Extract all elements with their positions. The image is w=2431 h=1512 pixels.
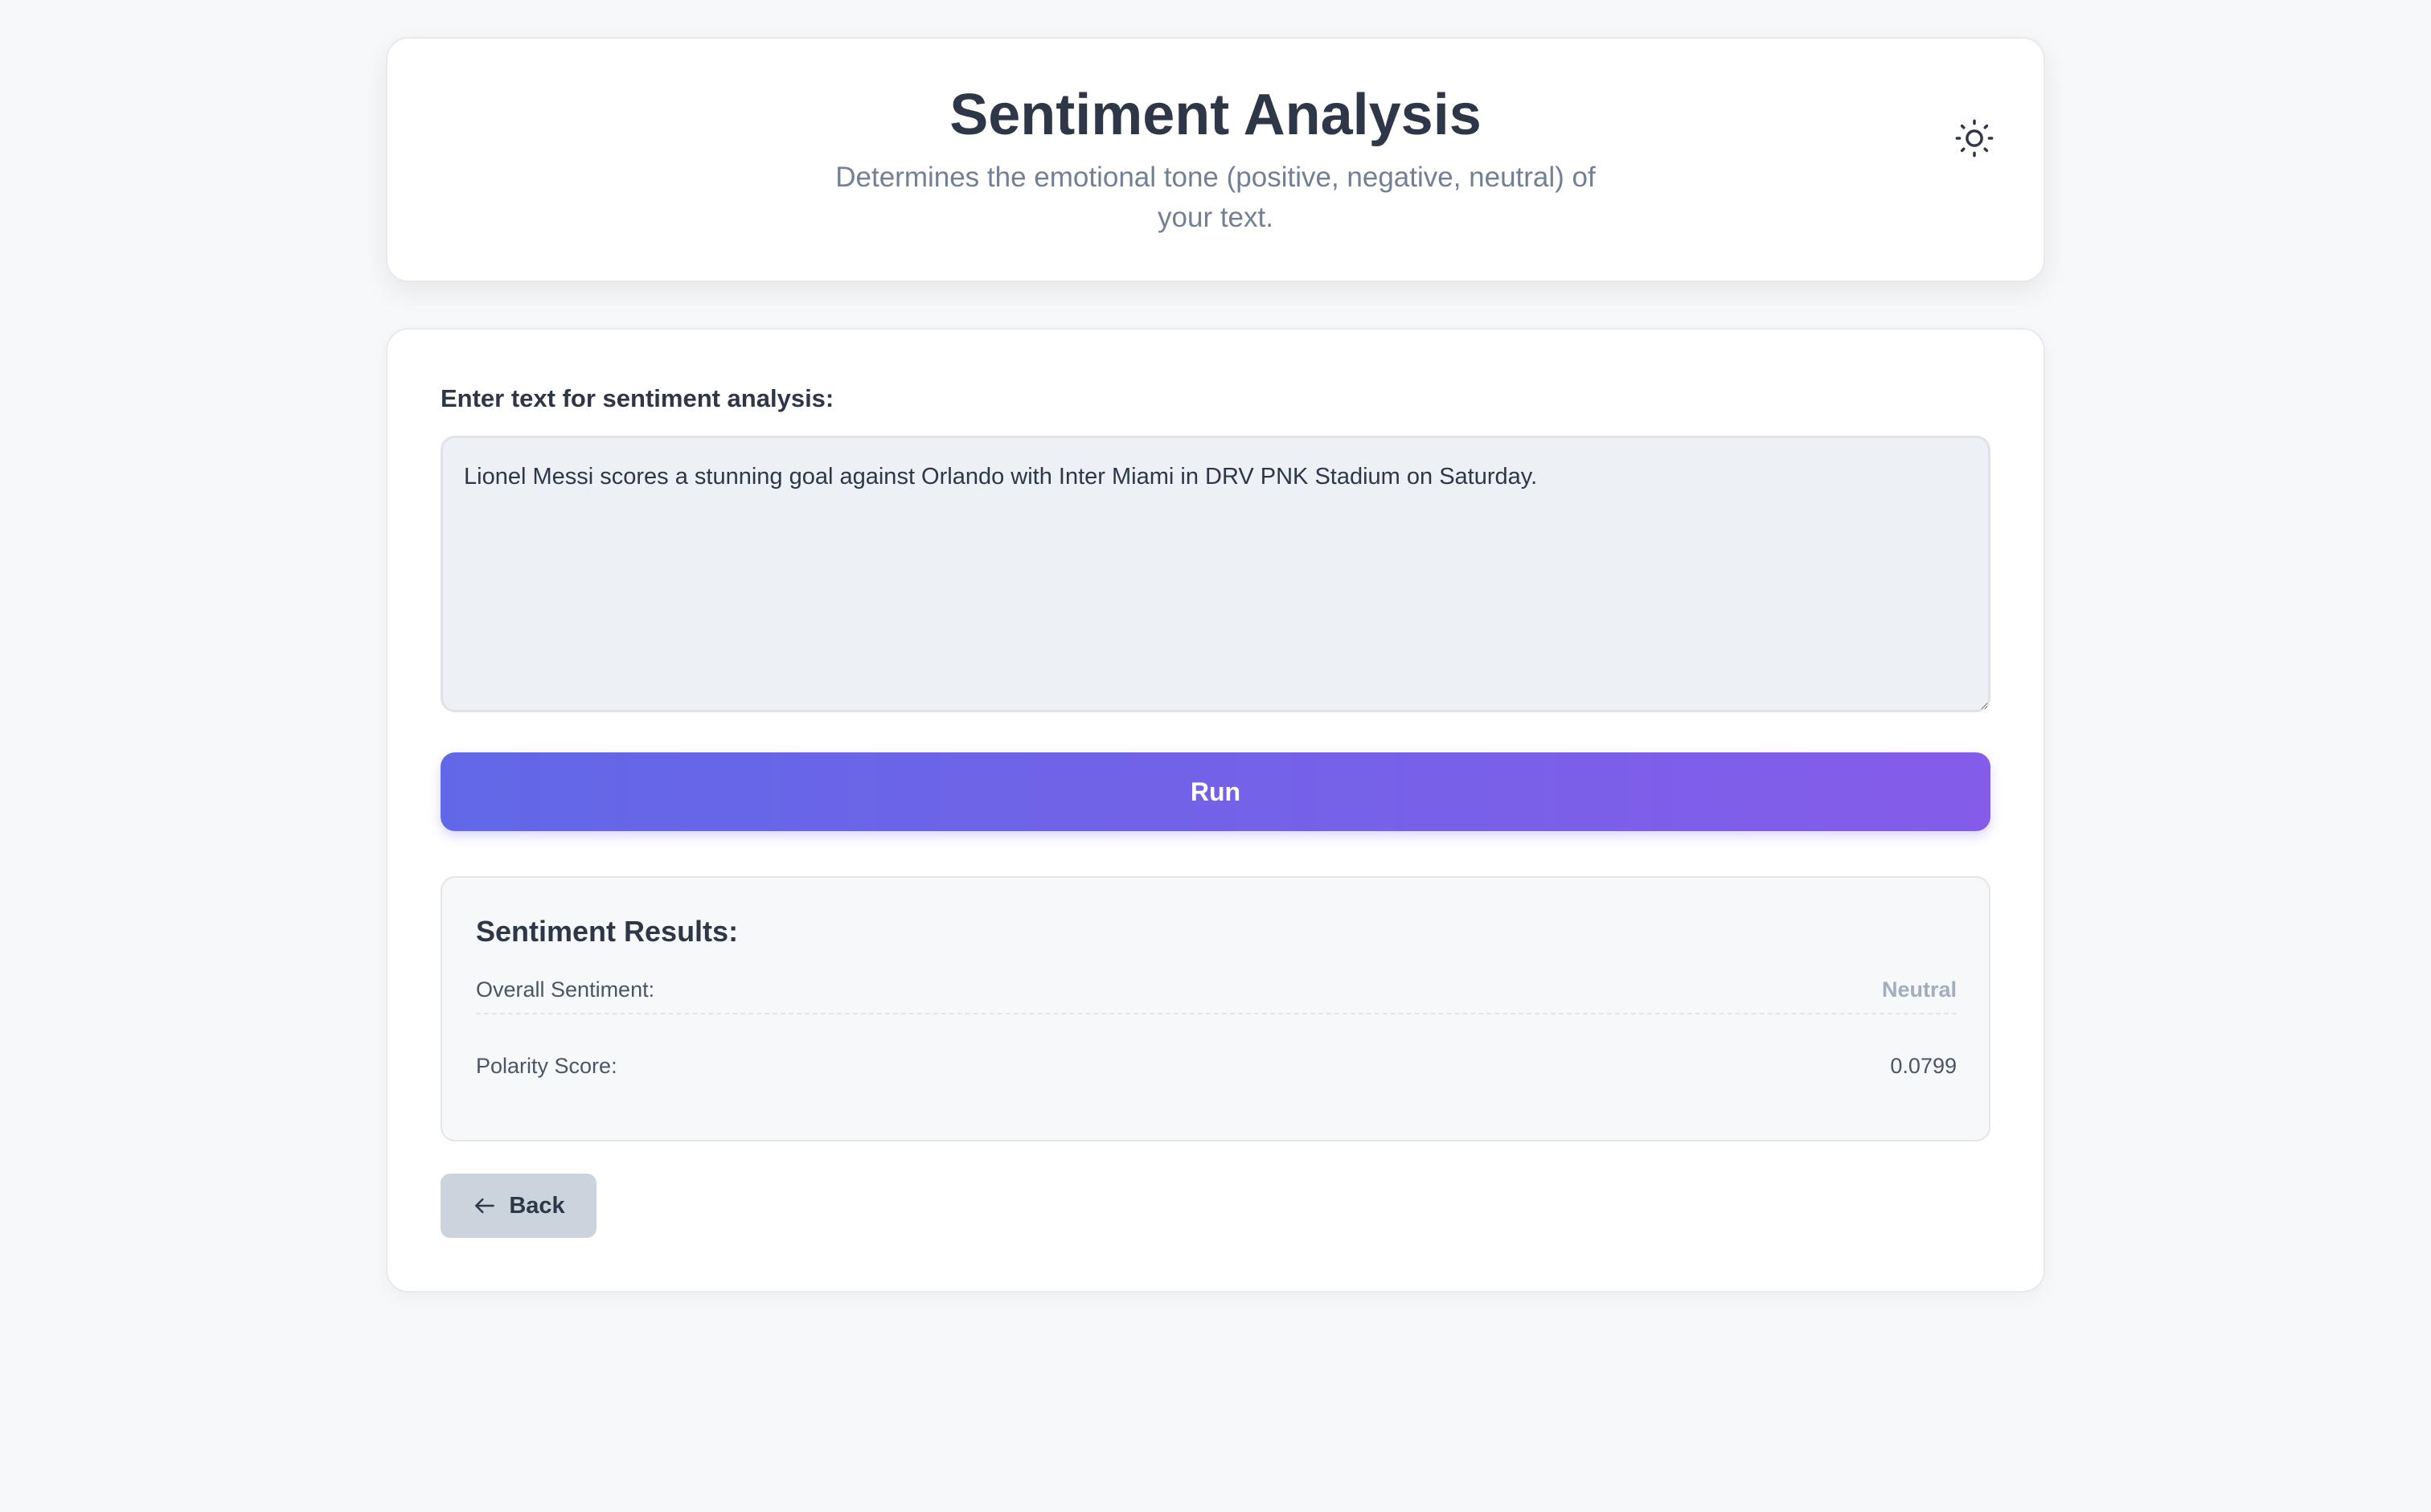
back-button[interactable]: Back [441, 1174, 596, 1238]
arrow-left-icon [472, 1193, 498, 1219]
results-heading: Sentiment Results: [476, 915, 739, 948]
sun-icon [1955, 119, 1994, 158]
run-button[interactable]: Run [441, 752, 1990, 831]
result-label: Overall Sentiment: [476, 977, 655, 1002]
polarity-value: 0.0799 [1890, 1053, 1957, 1078]
page-title: Sentiment Analysis [949, 83, 1482, 147]
header-card: Sentiment Analysis Determines the emotio… [386, 37, 2045, 282]
back-button-label: Back [509, 1192, 565, 1219]
result-label: Polarity Score: [476, 1053, 617, 1078]
text-input-label: Enter text for sentiment analysis: [441, 384, 834, 412]
theme-toggle-button[interactable] [1953, 117, 1995, 159]
sentiment-value: Neutral [1881, 977, 1957, 1002]
page-subtitle: Determines the emotional tone (positive,… [835, 162, 1596, 233]
sentiment-text-input[interactable]: Lionel Messi scores a stunning goal agai… [441, 436, 1990, 712]
analysis-card: Enter text for sentiment analysis: Lione… [386, 328, 2045, 1293]
result-row-polarity-score: Polarity Score: 0.0799 [476, 1042, 1957, 1090]
results-panel: Sentiment Results: Overall Sentiment: Ne… [441, 876, 1990, 1141]
result-row-overall-sentiment: Overall Sentiment: Neutral [476, 966, 1957, 1014]
